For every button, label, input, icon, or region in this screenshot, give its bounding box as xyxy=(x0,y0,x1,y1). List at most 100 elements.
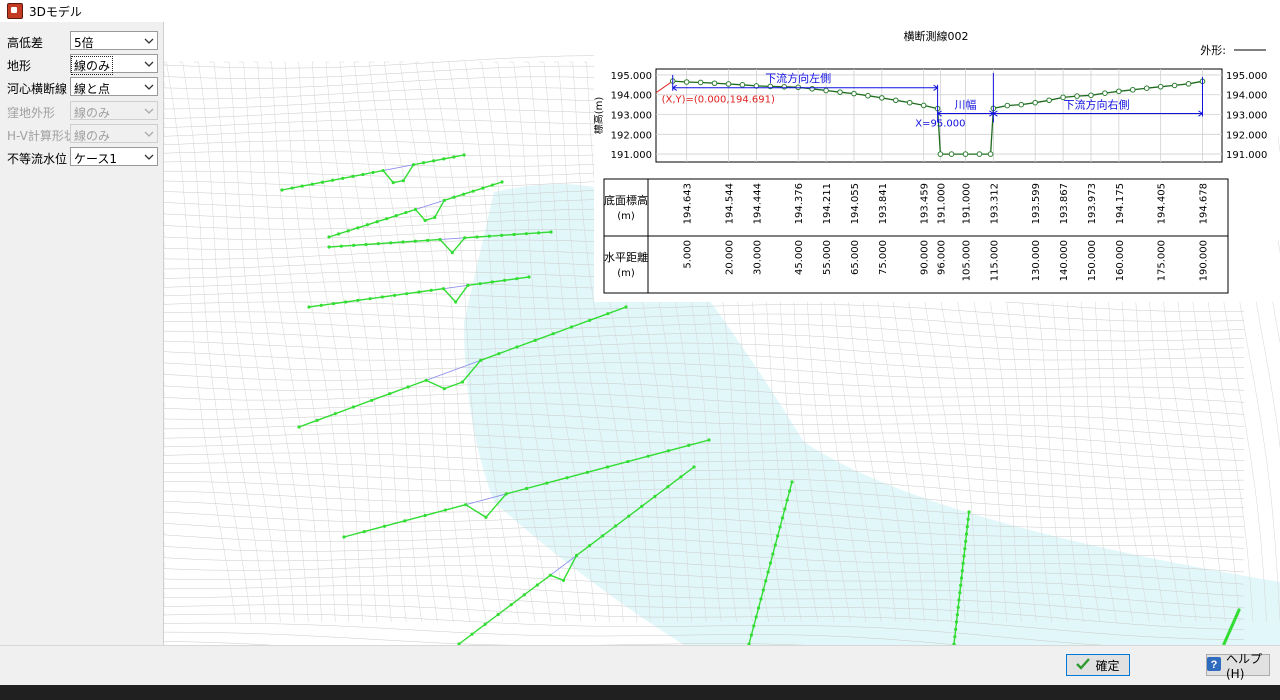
profile-point xyxy=(964,539,968,543)
profile-point xyxy=(781,84,788,90)
profile-point xyxy=(364,242,368,247)
profile-point xyxy=(962,554,966,558)
profile-point xyxy=(837,89,843,95)
profile-point xyxy=(442,198,446,202)
profile-point xyxy=(421,161,426,165)
elevation-value: 193.312 xyxy=(989,183,1000,224)
profile-point xyxy=(337,232,341,236)
profile-point xyxy=(785,498,789,502)
check-icon xyxy=(1076,657,1091,673)
ok-button[interactable]: 確定 xyxy=(1066,654,1130,676)
window-title: 3Dモデル xyxy=(29,4,82,19)
mesh-line xyxy=(269,61,336,623)
settings-panel: 高低差 5倍 地形 線のみ 河心横断線 線と点 窪地外形 線のみ H-V計算形状 線のみ 不等流水位… xyxy=(0,22,164,645)
profile-point xyxy=(370,398,374,402)
profile-point xyxy=(512,232,516,237)
profile-point xyxy=(776,534,780,538)
help-button[interactable]: ? ヘルプ(H) xyxy=(1206,652,1270,681)
help-button-label: ヘルプ(H) xyxy=(1226,651,1263,681)
profile-point xyxy=(707,438,711,442)
profile-point xyxy=(537,231,541,235)
profile-point xyxy=(404,210,408,215)
profile-point xyxy=(426,238,430,242)
profile-point xyxy=(315,418,319,422)
elevation-value: 194.055 xyxy=(850,183,861,224)
profile-point xyxy=(780,516,785,520)
profile-point xyxy=(524,232,528,236)
distance-value: 140.000 xyxy=(1059,240,1070,281)
setting-label: 窪地外形 xyxy=(7,106,56,120)
profile-point xyxy=(987,151,994,157)
profile-point xyxy=(549,230,553,234)
profile-point xyxy=(362,530,366,534)
distance-value: 90.000 xyxy=(920,240,931,275)
y-tick-label-right: 194.000 xyxy=(1226,91,1267,102)
elevation-value: 194.678 xyxy=(1198,183,1209,224)
mesh-line xyxy=(353,61,422,623)
profile-point xyxy=(356,226,360,230)
profile-point xyxy=(957,598,961,602)
profile-point xyxy=(344,300,348,304)
profile-point xyxy=(1032,99,1038,106)
profile-point xyxy=(368,297,372,301)
profile-point xyxy=(443,508,447,512)
title-bar: 3Dモデル xyxy=(0,0,1280,23)
setting-label: 高低差 xyxy=(7,36,44,50)
elevation-value: 191.000 xyxy=(961,183,972,224)
elevation-value: 194.444 xyxy=(752,183,763,224)
setting-dropdown: 線のみ xyxy=(70,101,158,120)
profile-point xyxy=(452,195,456,199)
setting-label: 河心横断線 xyxy=(7,82,68,96)
profile-point xyxy=(937,151,944,157)
profile-point xyxy=(754,615,758,619)
dropdown-value: 5倍 xyxy=(74,36,94,50)
profile-point xyxy=(490,183,494,187)
y-tick-label-left: 192.000 xyxy=(611,130,652,141)
profile-point xyxy=(417,290,421,294)
elevation-value: 194.643 xyxy=(683,183,694,224)
profile-point xyxy=(462,153,466,157)
profile-point xyxy=(1237,608,1241,612)
profile-point xyxy=(960,569,964,573)
left-bank-label: 下流方向左側 xyxy=(765,71,831,85)
profile-point xyxy=(327,235,331,239)
setting-dropdown[interactable]: 線のみ xyxy=(70,54,158,75)
profile-point xyxy=(892,97,899,104)
chevron-down-icon xyxy=(144,108,154,114)
profile-point xyxy=(683,79,690,85)
profile-point xyxy=(515,277,519,281)
profile-point xyxy=(500,233,504,237)
elevation-value: 194.211 xyxy=(822,183,833,224)
profile-point xyxy=(515,345,519,349)
svg-text:?: ? xyxy=(1211,659,1218,671)
profile-point xyxy=(509,603,513,607)
profile-point xyxy=(470,632,474,636)
elevation-row-unit: (m) xyxy=(617,211,635,222)
profile-point xyxy=(551,332,555,336)
profile-point xyxy=(500,180,504,184)
distance-value: 115.000 xyxy=(989,240,1000,281)
setting-dropdown[interactable]: 5倍 xyxy=(70,31,158,50)
profile-point xyxy=(823,87,829,94)
setting-dropdown[interactable]: ケース1 xyxy=(70,147,158,166)
profile-point xyxy=(380,295,384,299)
dropdown-value: 線のみ xyxy=(74,129,111,143)
elevation-value: 193.867 xyxy=(1059,183,1070,224)
setting-row: H-V計算形状 線のみ xyxy=(0,123,163,145)
y-axis-label: 標高(m) xyxy=(594,97,605,135)
profile-point xyxy=(545,481,549,485)
cross-section-chart: 横断測線002 外形: 195.000 195.000 194.000 194.000 19… xyxy=(592,22,1278,302)
cross-section-svg: 横断測線002 外形: 195.000 195.000 194.000 194.000 19… xyxy=(592,29,1267,294)
distance-value: 30.000 xyxy=(752,240,763,275)
setting-dropdown[interactable]: 線と点 xyxy=(70,77,158,96)
elevation-value: 194.544 xyxy=(724,183,735,224)
setting-label: 地形 xyxy=(7,59,32,73)
distance-value: 65.000 xyxy=(850,240,861,275)
profile-point xyxy=(331,302,336,306)
profile-point xyxy=(646,454,650,458)
profile-point xyxy=(711,80,718,87)
chevron-down-icon xyxy=(144,131,154,137)
dropdown-value: 線のみ xyxy=(74,106,111,120)
profile-point xyxy=(574,553,579,558)
profile-point xyxy=(809,85,815,92)
